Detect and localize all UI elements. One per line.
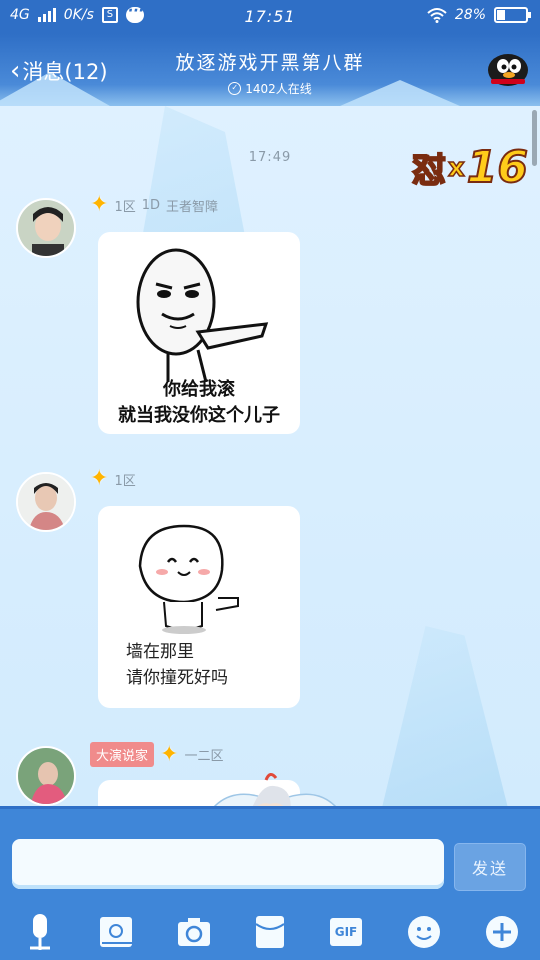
- more-button[interactable]: [482, 912, 522, 952]
- group-profile-penguin-icon[interactable]: [486, 48, 530, 88]
- smiley-icon: [408, 916, 440, 948]
- gif-label: GIF: [334, 925, 358, 939]
- chat-header: ‹ 消息(12) 放逐游戏开黑第八群 ✓ 1402人在线: [0, 34, 540, 106]
- avatar[interactable]: [16, 198, 76, 258]
- camera-icon: [178, 918, 210, 946]
- sender-server: 1D: [141, 197, 160, 213]
- sticker-message[interactable]: 你给我滚 就当我没你这个儿子: [98, 232, 300, 434]
- image-icon: [100, 917, 132, 947]
- message-input[interactable]: [12, 839, 444, 889]
- group-title-block[interactable]: 放逐游戏开黑第八群 ✓ 1402人在线: [130, 48, 410, 97]
- send-button[interactable]: 发送: [454, 843, 526, 891]
- sticker-caption-line1: 墙在那里: [126, 642, 194, 662]
- gif-button[interactable]: GIF: [326, 912, 366, 952]
- combo-badge: 怼 x 16: [411, 141, 529, 194]
- voice-button[interactable]: [20, 912, 60, 952]
- combo-x: x: [447, 152, 465, 184]
- rage-face-sticker-image: [136, 248, 269, 383]
- microphone-icon: [30, 914, 50, 950]
- input-bar: 发送: [0, 806, 540, 902]
- chat-message: ✦ 1区 1D 王者智障 你给我滚 就当我没你这个儿子: [16, 194, 516, 448]
- input-toolbar: GIF: [0, 902, 540, 960]
- sender-meta: ✦ 1区 1D 王者智障: [90, 194, 218, 216]
- sender-meta: ✦ 1区: [90, 468, 136, 490]
- status-right: 28%: [427, 7, 531, 23]
- sender-level: 一二区: [184, 749, 224, 764]
- battery-icon: [494, 7, 531, 23]
- emoji-button[interactable]: [404, 912, 444, 952]
- image-button[interactable]: [96, 912, 136, 952]
- sticker-caption-line2: 请你撞死好吗: [126, 668, 228, 688]
- back-label: 消息(12): [22, 60, 108, 84]
- red-packet-icon: [255, 916, 285, 948]
- avatar-image: [18, 200, 74, 256]
- battery-fill: [497, 10, 506, 20]
- message-list[interactable]: 17:49 怼 x 16 ✦ 1区 1D 王者智障 你给我滚 就当我没你这个儿子…: [0, 106, 540, 806]
- sparkle-badge-icon: ✦: [160, 741, 179, 767]
- camera-button[interactable]: [174, 912, 214, 952]
- chevron-left-icon: ‹: [10, 56, 21, 86]
- sender-name[interactable]: 王者智障: [166, 196, 218, 215]
- back-button[interactable]: ‹ 消息(12): [10, 56, 108, 86]
- online-status: ✓ 1402人在线: [130, 80, 410, 97]
- online-check-icon: ✓: [228, 82, 242, 95]
- avatar[interactable]: [16, 472, 76, 532]
- sender-level: 1区: [114, 199, 136, 215]
- avatar-image: [18, 748, 74, 804]
- sticker-caption-line1: 你给我滚: [163, 379, 235, 400]
- sticker-message[interactable]: 墙在那里 请你撞死好吗: [98, 506, 300, 708]
- chat-message: ✦ 1区 墙在那里 请你撞死好吗: [16, 468, 516, 722]
- combo-char: 怼: [411, 150, 447, 192]
- status-bar: 4G 0K/s S 17:51 28%: [0, 0, 540, 34]
- combo-count: 16: [466, 141, 529, 194]
- sparkle-badge-icon: ✦: [90, 466, 109, 491]
- member-title-tag: 大演说家: [90, 742, 155, 767]
- plus-icon: [486, 916, 518, 948]
- group-title: 放逐游戏开黑第八群: [175, 52, 365, 74]
- sender-meta: 大演说家 ✦ 一二区: [90, 742, 223, 767]
- avatar[interactable]: [16, 746, 76, 806]
- red-packet-button[interactable]: [250, 912, 290, 952]
- sticker-caption-line2: 就当我没你这个儿子: [118, 405, 280, 426]
- wifi-icon: [427, 8, 447, 23]
- sparkle-badge-icon: ✦: [90, 192, 109, 217]
- battery-percent: 28%: [454, 7, 486, 23]
- bun-character-sticker-image: [138, 524, 239, 634]
- avatar-image: [18, 474, 74, 530]
- sender-level: 1区: [114, 473, 136, 489]
- online-count: 1402人在线: [245, 82, 312, 96]
